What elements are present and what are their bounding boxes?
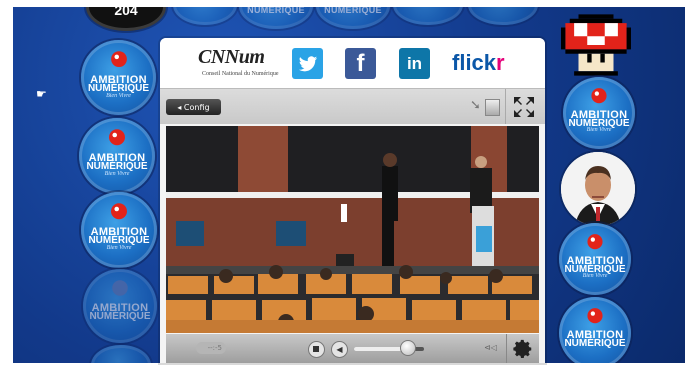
badge-bottom-left[interactable]: [91, 345, 151, 363]
ambition-logo-icon: [587, 307, 603, 323]
ambition-badge-1[interactable]: AMBITION NUMÉRIQUE Bien Vivre: [81, 40, 156, 115]
header-logo-bar: CNNum Conseil National du Numérique f in…: [160, 38, 545, 88]
ambition-logo-icon: [112, 280, 128, 296]
cnnum-subtitle: Conseil National du Numérique: [202, 71, 279, 77]
video-frame[interactable]: [166, 126, 539, 333]
player-toolbar: ◂ Config ➘: [160, 88, 545, 124]
portrait-image: [561, 152, 635, 226]
fullscreen-icon[interactable]: [510, 93, 538, 121]
top-bubble-4[interactable]: [393, 7, 463, 25]
captions-icon[interactable]: ⊲◁: [484, 343, 497, 352]
config-button[interactable]: ◂ Config: [166, 99, 221, 115]
ambition-badge-right-1[interactable]: AMBITION NUMÉRIQUE Bien Vivre: [563, 77, 635, 149]
ambition-badge-4[interactable]: AMBITION NUMÉRIQUE: [83, 269, 157, 343]
badge-title: NUMÉRIQUE: [324, 7, 382, 15]
flickr-text-a: flick: [452, 50, 497, 75]
document-icon[interactable]: [485, 99, 500, 116]
volume-slider-fill: [354, 347, 407, 351]
flickr-text-b: r: [496, 50, 505, 75]
pixel-mushroom-icon[interactable]: [561, 13, 631, 77]
badge-tagline: Bien Vivre: [104, 171, 130, 178]
video-panel: CNNum Conseil National du Numérique f in…: [160, 38, 545, 363]
ambition-badge-right-2[interactable]: AMBITION NUMÉRIQUE Bien Vivre: [559, 223, 631, 295]
speaker-portrait[interactable]: [561, 152, 635, 226]
volume-icon[interactable]: ◀: [331, 341, 348, 358]
badge-subtitle: NUMÉRIQUE: [564, 337, 626, 349]
settings-gear-icon[interactable]: [512, 338, 534, 360]
ambition-logo-icon: [591, 87, 607, 103]
top-bubble-2[interactable]: NUMÉRIQUE: [239, 7, 313, 29]
hand-cursor-icon: ☛: [36, 87, 47, 101]
badge-title: NUMÉRIQUE: [247, 7, 305, 15]
ambition-logo-icon: [111, 203, 127, 220]
facebook-icon[interactable]: f: [345, 48, 376, 79]
top-bubble-1[interactable]: [173, 7, 237, 25]
cnnum-logo[interactable]: CNNum: [198, 46, 265, 69]
twitter-bird-icon: [298, 55, 317, 71]
ambition-badge-3[interactable]: AMBITION NUMÉRIQUE Bien Vivre: [81, 192, 157, 268]
badge-subtitle: NUMÉRIQUE: [89, 310, 151, 322]
toolbar-divider: [505, 89, 506, 124]
badge-tagline: Bien Vivre: [582, 273, 608, 280]
badge-tagline: Bien Vivre: [586, 127, 612, 134]
linkedin-icon[interactable]: in: [399, 48, 430, 79]
ambition-logo-icon: [587, 233, 603, 249]
facebook-glyph: f: [356, 49, 365, 77]
twitter-icon[interactable]: [292, 48, 323, 79]
badge-top-counter: 204: [114, 7, 138, 19]
flickr-logo[interactable]: flickr: [452, 50, 505, 76]
controls-divider: [506, 334, 507, 363]
volume-slider-knob[interactable]: [399, 340, 416, 356]
ambition-badge-2[interactable]: AMBITION NUMÉRIQUE Bien Vivre: [79, 118, 155, 194]
player-controls: --:-5 ◀ ⊲◁: [166, 334, 539, 363]
top-bubble-5[interactable]: [468, 7, 538, 25]
badge-tagline: Bien Vivre: [106, 92, 131, 99]
top-bubble-3[interactable]: NUMÉRIQUE: [316, 7, 390, 29]
linkedin-glyph: in: [406, 53, 423, 73]
ambition-logo-icon: [109, 129, 125, 146]
ambition-badge-right-3[interactable]: AMBITION NUMÉRIQUE: [559, 297, 631, 363]
stop-icon[interactable]: [308, 341, 325, 358]
badge-top-left[interactable]: 204: [86, 7, 166, 31]
conference-video-image: [166, 126, 539, 333]
ambition-logo-icon: [110, 51, 127, 67]
badge-tagline: Bien Vivre: [106, 245, 132, 252]
time-display: --:-5: [196, 342, 226, 354]
